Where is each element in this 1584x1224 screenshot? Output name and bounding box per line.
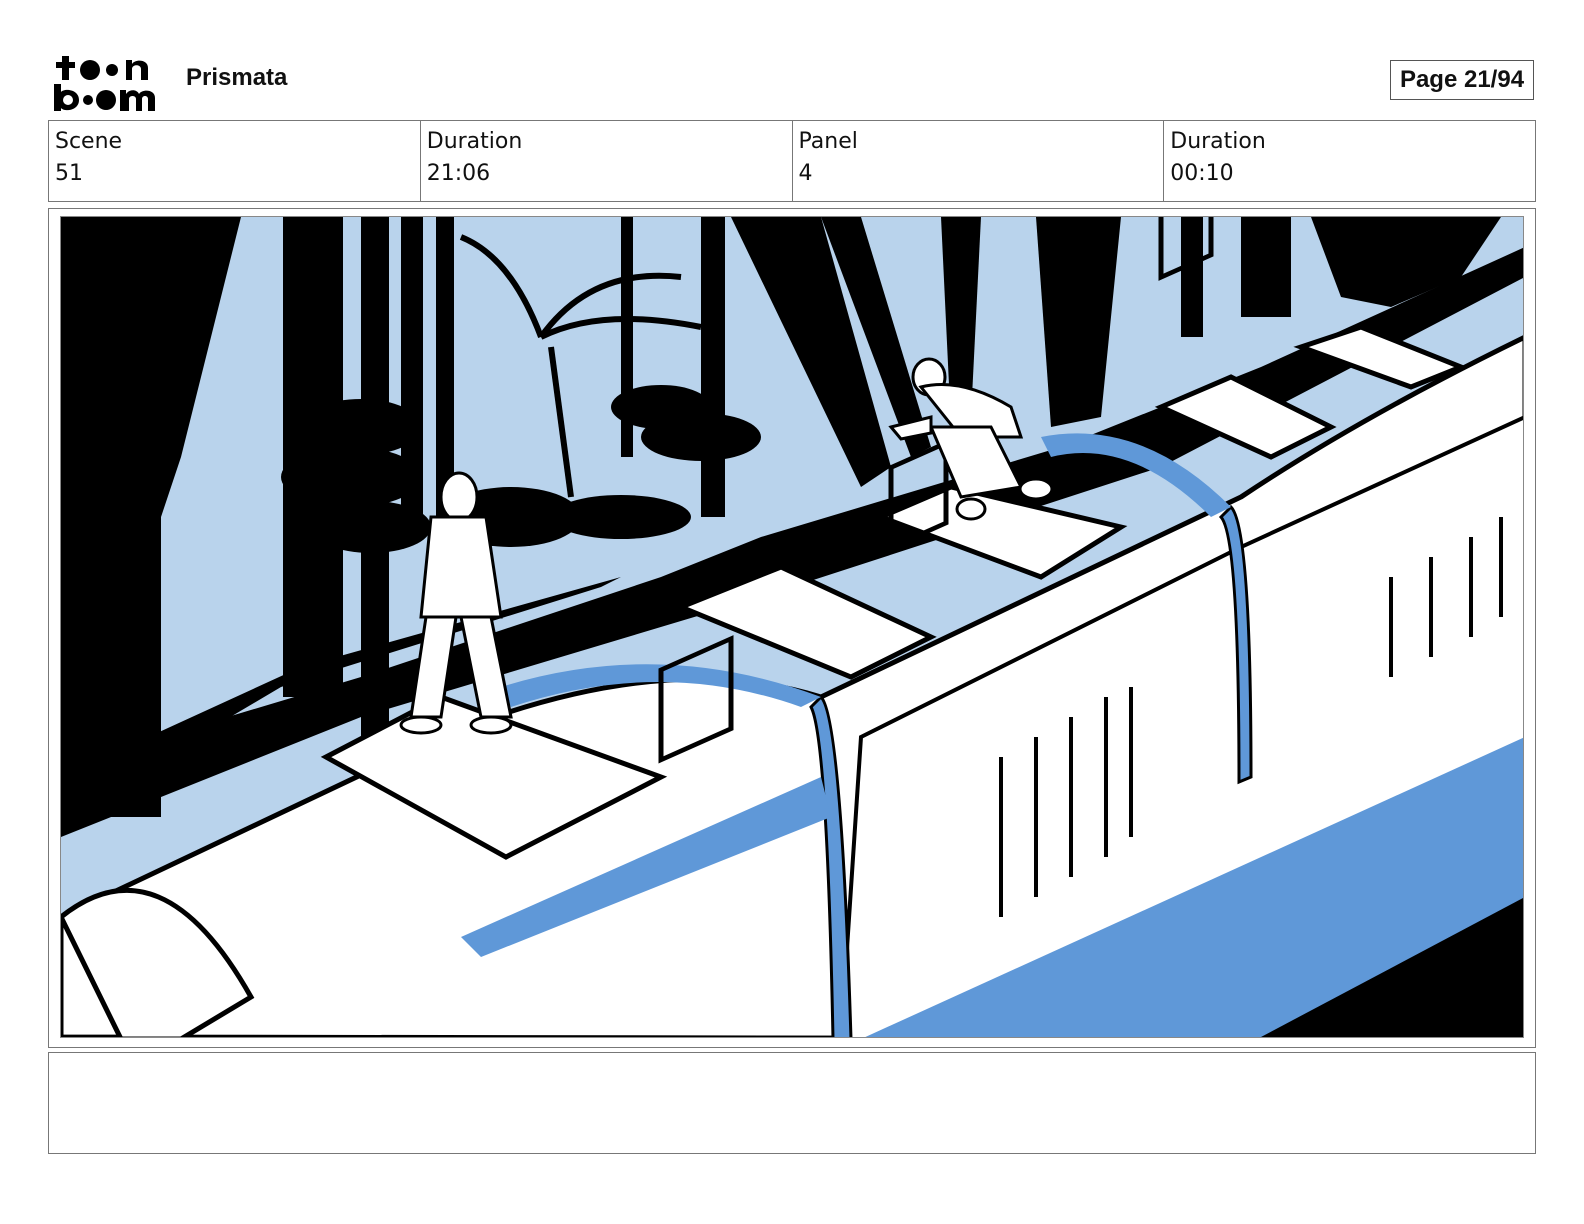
scene-label: Scene	[55, 129, 123, 154]
panel-value: 4	[798, 161, 813, 186]
panel-duration-cell: Duration 00:10	[1164, 121, 1535, 201]
toon-boom-logo	[52, 52, 164, 112]
page-number: Page 21/94	[1390, 60, 1534, 100]
scene-duration-label: Duration	[426, 129, 523, 154]
storyboard-panel-image	[60, 216, 1524, 1038]
panel-duration-value: 00:10	[1170, 161, 1234, 186]
panel-cell: Panel 4	[793, 121, 1165, 201]
scene-value: 51	[55, 161, 83, 186]
scene-duration-value: 21:06	[426, 161, 491, 186]
scene-info-table: Scene 51 Duration 21:06 Panel 4 Duration…	[48, 120, 1536, 202]
scene-duration-cell: Duration 21:06	[421, 121, 793, 201]
project-title: Prismata	[186, 64, 288, 91]
panel-label: Panel	[798, 129, 858, 154]
panel-duration-label: Duration	[1170, 129, 1266, 154]
panel-notes-box[interactable]	[48, 1052, 1536, 1154]
scene-cell: Scene 51	[49, 121, 421, 201]
